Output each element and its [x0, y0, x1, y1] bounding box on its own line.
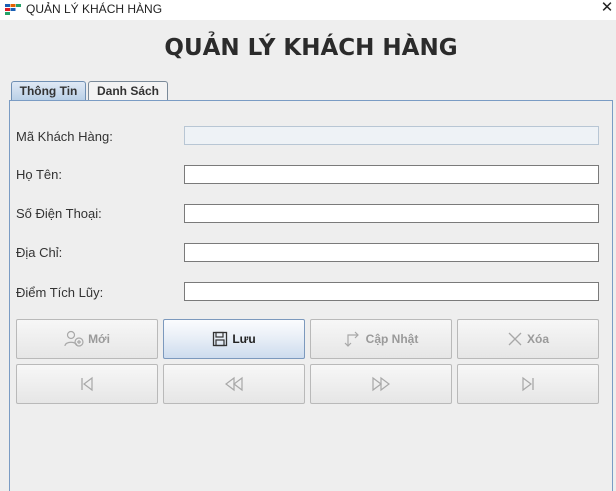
title-bar: QUẢN LÝ KHÁCH HÀNG ✕	[0, 0, 616, 20]
tab-danh-sach[interactable]: Danh Sách	[88, 81, 168, 101]
address-field[interactable]	[184, 243, 599, 262]
tab-thong-tin[interactable]: Thông Tin	[11, 81, 86, 101]
app-logo-icon	[5, 4, 21, 15]
points-field[interactable]	[184, 282, 599, 301]
customer-id-label: Mã Khách Hàng:	[16, 129, 113, 144]
previous-record-button[interactable]	[163, 364, 305, 404]
save-button[interactable]: Lưu	[163, 319, 305, 359]
page-title: QUẢN LÝ KHÁCH HÀNG	[164, 35, 458, 61]
points-label: Điểm Tích Lũy:	[16, 285, 104, 300]
update-button-label: Cập Nhật	[365, 332, 419, 346]
full-name-label: Họ Tên:	[16, 167, 63, 182]
delete-button[interactable]: Xóa	[457, 319, 599, 359]
next-record-icon	[372, 376, 390, 392]
last-record-button[interactable]	[457, 364, 599, 404]
phone-label: Số Điện Thoại:	[16, 206, 102, 221]
first-record-icon	[81, 376, 93, 392]
window-title: QUẢN LÝ KHÁCH HÀNG	[26, 2, 163, 16]
address-label: Địa Chỉ:	[16, 245, 63, 260]
save-button-label: Lưu	[232, 332, 256, 346]
close-icon[interactable]: ✕	[598, 0, 616, 18]
full-name-field[interactable]	[184, 165, 599, 184]
new-button-label: Mới	[88, 332, 110, 346]
first-record-button[interactable]	[16, 364, 158, 404]
phone-field[interactable]	[184, 204, 599, 223]
last-record-icon	[522, 376, 534, 392]
add-user-icon	[64, 330, 84, 347]
next-record-button[interactable]	[310, 364, 452, 404]
update-arrows-icon	[344, 331, 359, 347]
customer-id-field	[184, 126, 599, 145]
update-button[interactable]: Cập Nhật	[310, 319, 452, 359]
delete-button-label: Xóa	[526, 332, 549, 346]
save-icon	[213, 331, 228, 347]
delete-x-icon	[508, 332, 522, 346]
new-button[interactable]: Mới	[16, 319, 158, 359]
previous-record-icon	[225, 376, 243, 392]
